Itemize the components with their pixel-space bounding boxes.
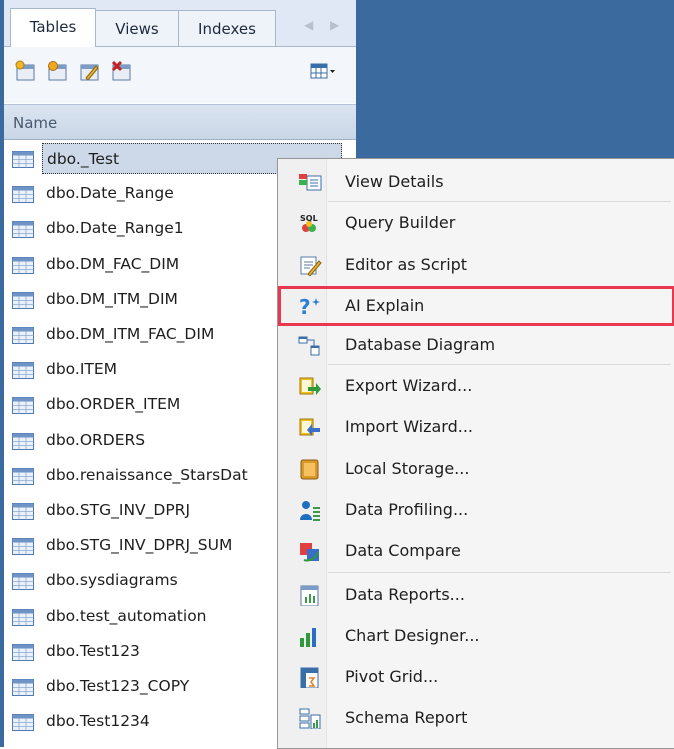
table-properties-icon[interactable] — [46, 60, 68, 82]
import-wizard-icon — [299, 418, 320, 436]
menu-item-label: AI Explain — [345, 296, 425, 315]
chart-designer-icon — [300, 628, 316, 647]
menu-item-label: Data Reports... — [345, 585, 465, 604]
menu-separator — [328, 572, 671, 573]
table-icon — [12, 432, 34, 450]
table-icon — [12, 679, 34, 696]
table-icon — [12, 151, 34, 168]
menu-item-label: Editor as Script — [345, 255, 468, 274]
table-name: dbo.Test1234 — [46, 712, 150, 731]
menu-item-label: Schema Report — [345, 708, 468, 727]
menu-item-export-wizard[interactable]: Export Wizard... — [278, 366, 674, 406]
table-name: dbo.renaissance_StarsDat — [46, 465, 248, 484]
table-name: dbo.DM_ITM_DIM — [46, 289, 178, 308]
menu-item-query-builder[interactable]: SQL Query Builder — [278, 203, 674, 243]
scroll-right-icon[interactable]: ▶ — [330, 18, 339, 32]
schema-report-icon — [299, 708, 321, 729]
table-name: dbo.DM_ITM_FAC_DIM — [46, 325, 215, 343]
table-name: dbo.STG_INV_DPRJ_SUM — [46, 536, 233, 555]
column-header-name[interactable]: Name — [4, 104, 356, 140]
menu-item-label: Data Profiling... — [345, 500, 469, 519]
menu-item-schema-report[interactable]: Schema Report — [278, 698, 674, 738]
table-name: dbo.Date_Range — [46, 184, 174, 203]
table-icon — [12, 186, 34, 204]
table-name: dbo.ORDER_ITEM — [46, 395, 181, 414]
menu-item-data-compare[interactable]: Data Compare — [278, 531, 674, 571]
table-icon — [12, 573, 34, 591]
menu-item-label: View Details — [345, 172, 444, 191]
sql-query-icon: SQL — [300, 214, 318, 232]
table-icon — [12, 397, 34, 415]
table-name: dbo.ITEM — [46, 360, 118, 379]
table-icon — [12, 467, 34, 485]
database-diagram-icon — [298, 336, 320, 356]
export-wizard-icon — [299, 377, 321, 395]
menu-item-data-profiling[interactable]: Data Profiling... — [278, 490, 674, 530]
menu-item-label: Query Builder — [345, 213, 456, 232]
table-name: dbo.Test123 — [46, 641, 140, 660]
table-name: dbo.ORDERS — [46, 430, 146, 449]
ai-explain-icon: ? — [299, 295, 320, 317]
data-reports-icon — [300, 585, 319, 606]
menu-item-label: Chart Designer... — [345, 626, 480, 645]
grid-view-dropdown-icon[interactable] — [310, 60, 336, 82]
menu-item-label: Import Wizard... — [345, 417, 474, 436]
table-icon — [12, 608, 34, 626]
table-icon — [12, 714, 34, 732]
menu-item-data-reports[interactable]: Data Reports... — [278, 575, 674, 615]
table-name: dbo.sysdiagrams — [46, 571, 178, 590]
context-menu: View Details SQL Query Builder Editor as Sc… — [277, 158, 674, 749]
local-storage-icon — [300, 459, 319, 480]
table-icon — [12, 327, 34, 344]
edit-table-icon[interactable] — [78, 60, 100, 82]
menu-item-pivot-grid[interactable]: Pivot Grid... — [278, 657, 674, 697]
table-icon — [12, 291, 34, 309]
table-icon — [12, 256, 34, 274]
menu-item-label: Export Wizard... — [345, 376, 473, 395]
table-icon — [12, 503, 34, 520]
table-icon — [12, 362, 34, 380]
data-compare-icon — [300, 543, 319, 562]
data-profiling-icon — [300, 501, 320, 521]
menu-separator — [328, 201, 671, 202]
tab-views[interactable]: Views — [95, 10, 179, 46]
menu-separator — [328, 364, 671, 365]
view-details-icon — [299, 174, 322, 191]
menu-item-view-details[interactable]: View Details — [278, 162, 674, 202]
new-table-icon[interactable] — [14, 60, 36, 82]
tab-bar: Tables Views Indexes ◀ ▶ — [4, 0, 356, 47]
menu-item-chart-designer[interactable]: Chart Designer... — [278, 616, 674, 656]
editor-script-icon — [300, 256, 322, 276]
delete-table-icon[interactable] — [110, 60, 132, 82]
table-name: dbo.test_automation — [46, 606, 207, 625]
table-name: dbo.DM_FAC_DIM — [46, 254, 180, 273]
menu-item-label: Data Compare — [345, 541, 461, 560]
table-name: dbo.Test123_COPY — [46, 677, 190, 695]
menu-item-ai-explain[interactable]: ? AI Explain — [278, 286, 674, 326]
scroll-left-icon[interactable]: ◀ — [304, 18, 313, 32]
svg-text:?: ? — [299, 295, 311, 317]
menu-item-local-storage[interactable]: Local Storage... — [278, 449, 674, 489]
table-icon — [12, 643, 34, 661]
menu-item-database-diagram[interactable]: Database Diagram — [278, 325, 674, 365]
menu-item-import-wizard[interactable]: Import Wizard... — [278, 407, 674, 447]
table-icon — [12, 221, 34, 239]
table-name: dbo.Date_Range1 — [46, 219, 184, 238]
tab-indexes[interactable]: Indexes — [178, 10, 276, 46]
menu-item-editor-as-script[interactable]: Editor as Script — [278, 245, 674, 285]
table-icon — [12, 538, 34, 556]
menu-item-label: Database Diagram — [345, 335, 496, 354]
menu-item-label: Pivot Grid... — [345, 667, 439, 686]
table-name: dbo.STG_INV_DPRJ — [46, 501, 191, 519]
menu-item-label: Local Storage... — [345, 459, 470, 478]
tab-tables[interactable]: Tables — [10, 8, 96, 47]
pivot-grid-icon — [300, 667, 319, 688]
